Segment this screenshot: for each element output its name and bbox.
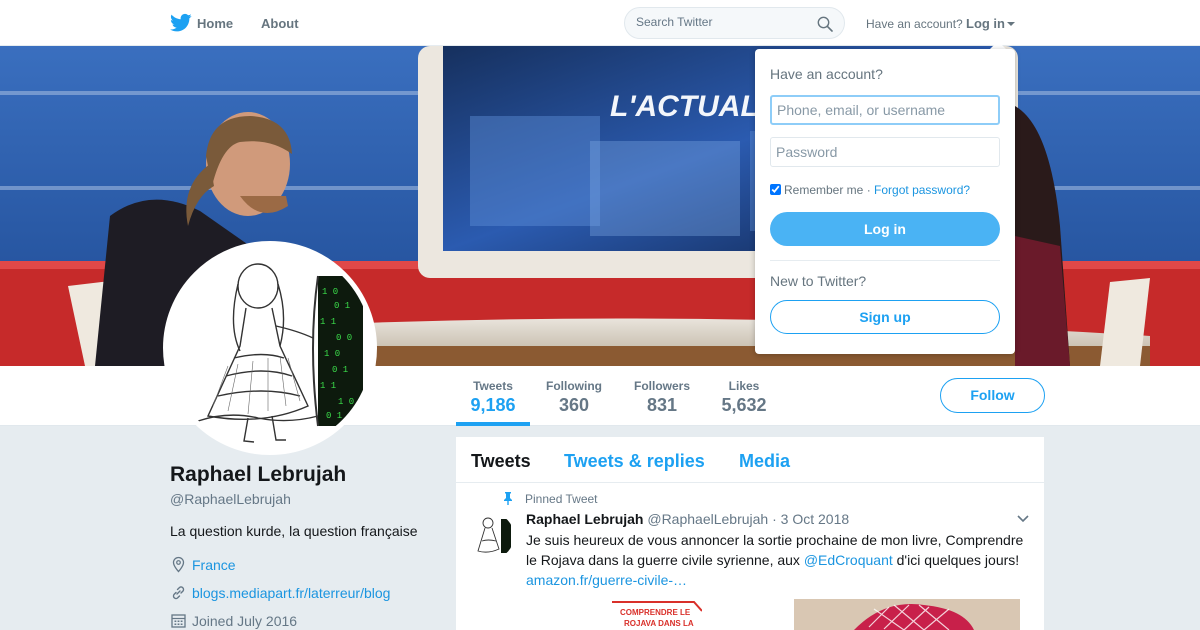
tab-media[interactable]: Media [739, 451, 790, 472]
tweet-avatar-illustration [468, 513, 514, 559]
remember-me-checkbox[interactable] [770, 184, 781, 195]
tweet-date[interactable]: 3 Oct 2018 [781, 511, 850, 527]
svg-text:0 1: 0 1 [334, 301, 350, 311]
stat-label: Tweets [473, 379, 513, 393]
stat-value: 9,186 [470, 395, 516, 415]
stat-followers[interactable]: Followers 831 [628, 366, 696, 426]
search-box[interactable] [624, 7, 845, 39]
have-account-text: Have an account? [866, 17, 963, 31]
avatar-illustration: 1 00 11 1 0 01 00 1 1 11 00 1 [168, 246, 372, 450]
tweet-media-photo[interactable] [794, 599, 1020, 630]
profile-name[interactable]: Raphael Lebrujah [170, 463, 346, 487]
twitter-bird-icon[interactable] [170, 13, 192, 33]
tweet-text: Je suis heureux de vous annoncer la sort… [526, 530, 1031, 590]
tweet-mention[interactable]: @EdCroquant [804, 552, 893, 568]
calendar-icon [171, 614, 186, 628]
book-cover-text: COMPRENDRE LE [620, 608, 691, 617]
timeline-tabs: Tweets Tweets & replies Media [456, 437, 1044, 483]
tweet-author-handle[interactable]: @RaphaelLebrujah [647, 511, 768, 527]
login-dropdown-toggle[interactable]: Log in [966, 16, 1015, 31]
username-field[interactable] [770, 95, 1000, 125]
book-cover-image: COMPRENDRE LE ROJAVA DANS LA [606, 599, 702, 630]
chevron-down-icon[interactable] [1017, 515, 1029, 523]
stat-value: 360 [558, 395, 590, 415]
book-cover-text: ROJAVA DANS LA [624, 619, 694, 628]
svg-text:1 0: 1 0 [324, 349, 340, 359]
svg-text:0 1: 0 1 [332, 365, 348, 375]
new-to-twitter-text: New to Twitter? [770, 273, 867, 289]
tab-tweets-and-replies[interactable]: Tweets & replies [564, 451, 705, 472]
top-navigation: Home About Have an account? Log in [0, 0, 1200, 46]
remember-me-row: Remember me · Forgot password? [770, 183, 970, 197]
tweet-media-book-cover[interactable]: COMPRENDRE LE ROJAVA DANS LA [606, 599, 702, 630]
remember-me-label[interactable]: Remember me [784, 183, 863, 197]
profile-avatar[interactable]: 1 00 11 1 0 01 00 1 1 11 00 1 [163, 241, 377, 455]
location-pin-icon [172, 556, 185, 573]
dropdown-heading: Have an account? [770, 66, 883, 82]
svg-text:0 1: 0 1 [326, 411, 342, 421]
svg-text:1 0: 1 0 [322, 287, 338, 297]
nav-about-link[interactable]: About [261, 16, 299, 31]
stat-value: 831 [646, 395, 678, 415]
pin-icon [504, 492, 512, 505]
password-field[interactable] [770, 137, 1000, 167]
keffiyeh-photo [794, 599, 1020, 630]
tweet-link[interactable]: amazon.fr/guerre-civile-… [526, 572, 687, 588]
joined-text: Joined July 2016 [192, 613, 298, 629]
tweet-avatar[interactable] [468, 513, 514, 559]
login-toggle-label: Log in [966, 16, 1005, 31]
stat-tweets[interactable]: Tweets 9,186 [456, 366, 530, 426]
remember-separator: · [866, 183, 871, 197]
profile-handle[interactable]: @RaphaelLebrujah [170, 491, 291, 507]
tweet-text-part: d'ici quelques jours! [892, 552, 1020, 568]
website-link[interactable]: blogs.mediapart.fr/laterreur/blog [192, 585, 390, 601]
tweet-author-name[interactable]: Raphael Lebrujah [526, 511, 643, 527]
dropdown-divider [770, 260, 1000, 261]
signup-button[interactable]: Sign up [770, 300, 1000, 334]
follow-button[interactable]: Follow [940, 378, 1045, 413]
login-dropdown: Have an account? Remember me · Forgot pa… [755, 49, 1015, 354]
tab-tweets[interactable]: Tweets [471, 451, 531, 472]
svg-text:1 1: 1 1 [320, 381, 336, 391]
search-icon[interactable] [817, 16, 833, 32]
tweet-separator: · [772, 511, 777, 527]
timeline: Tweets Tweets & replies Media Pinned Twe… [456, 437, 1044, 630]
dropdown-caret [990, 41, 1006, 49]
stat-following[interactable]: Following 360 [540, 366, 608, 426]
stat-label: Following [546, 379, 602, 393]
location-link[interactable]: France [192, 557, 236, 573]
profile-bio: La question kurde, la question française [170, 523, 418, 539]
pinned-tweet-label: Pinned Tweet [525, 492, 598, 506]
stat-label: Followers [633, 379, 690, 393]
svg-text:1 0: 1 0 [338, 397, 354, 407]
nav-home-link[interactable]: Home [197, 16, 233, 31]
stat-likes[interactable]: Likes 5,632 [716, 366, 772, 426]
svg-text:0 0: 0 0 [336, 333, 352, 343]
login-button[interactable]: Log in [770, 212, 1000, 246]
stat-value: 5,632 [721, 395, 767, 415]
tweet-header: Raphael Lebrujah @RaphaelLebrujah · 3 Oc… [526, 511, 849, 527]
link-icon [172, 586, 185, 600]
search-input[interactable] [636, 15, 806, 29]
caret-down-icon [1007, 22, 1015, 26]
forgot-password-link[interactable]: Forgot password? [874, 183, 970, 197]
svg-text:1 1: 1 1 [320, 317, 336, 327]
stat-label: Likes [728, 379, 760, 393]
